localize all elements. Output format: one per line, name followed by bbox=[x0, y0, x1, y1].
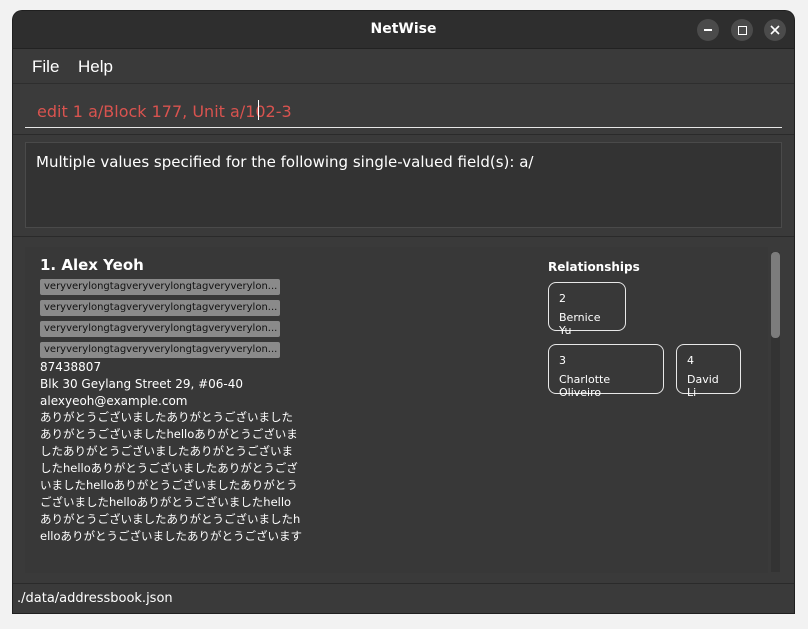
scrollbar[interactable] bbox=[771, 252, 780, 572]
command-box-panel bbox=[13, 84, 794, 135]
relationship-card[interactable]: 2 Bernice Yu bbox=[548, 282, 626, 337]
person-card[interactable]: 1. Alex Yeoh veryverylongtagveryverylong… bbox=[25, 247, 768, 573]
relationship-name: Bernice Yu bbox=[559, 311, 601, 337]
person-remark: ありがとうございましたありがとうございましたありがとうございましたhelloあり… bbox=[40, 410, 302, 543]
close-button[interactable] bbox=[764, 19, 786, 41]
relationship-index: 2 bbox=[559, 292, 566, 305]
relationship-name: Charlotte Oliveiro bbox=[559, 373, 611, 399]
close-icon bbox=[770, 25, 780, 35]
app-window: NetWise File Help Multiple values specif… bbox=[13, 11, 794, 613]
person-address: Blk 30 Geylang Street 29, #06-40 bbox=[40, 377, 244, 391]
relationship-card[interactable]: 3 Charlotte Oliveiro bbox=[548, 344, 664, 399]
menu-help[interactable]: Help bbox=[78, 57, 113, 77]
relationship-index: 3 bbox=[559, 354, 566, 367]
relationship-index: 4 bbox=[687, 354, 694, 367]
result-display[interactable]: Multiple values specified for the follow… bbox=[25, 142, 782, 228]
result-display-panel: Multiple values specified for the follow… bbox=[13, 135, 794, 235]
relationship-card[interactable]: 4 David Li bbox=[676, 344, 741, 399]
person-phone: 87438807 bbox=[40, 360, 102, 374]
text-caret bbox=[258, 100, 259, 120]
window-title: NetWise bbox=[370, 21, 437, 37]
relationship-name: David Li bbox=[687, 373, 719, 399]
scrollbar-thumb[interactable] bbox=[771, 252, 780, 338]
menu-file[interactable]: File bbox=[32, 57, 59, 77]
relationships-title: Relationships bbox=[548, 260, 640, 274]
status-bar: ./data/addressbook.json bbox=[13, 583, 794, 613]
person-tag: veryverylongtagveryverylongtagveryverylo… bbox=[40, 279, 280, 295]
person-tag: veryverylongtagveryverylongtagveryverylo… bbox=[40, 300, 280, 316]
maximize-button[interactable] bbox=[731, 19, 753, 41]
minimize-button[interactable] bbox=[697, 19, 719, 41]
person-name: 1. Alex Yeoh bbox=[40, 256, 144, 274]
person-tag: veryverylongtagveryverylongtagveryverylo… bbox=[40, 342, 280, 358]
minimize-icon bbox=[704, 29, 712, 31]
menu-bar: File Help bbox=[13, 49, 794, 84]
person-list-panel: 1. Alex Yeoh veryverylongtagveryverylong… bbox=[13, 236, 794, 584]
title-bar[interactable]: NetWise bbox=[13, 11, 794, 49]
person-tag: veryverylongtagveryverylongtagveryverylo… bbox=[40, 321, 280, 337]
person-email: alexyeoh@example.com bbox=[40, 394, 188, 408]
maximize-icon bbox=[737, 25, 747, 35]
command-input[interactable] bbox=[25, 96, 782, 128]
save-location: ./data/addressbook.json bbox=[17, 591, 173, 606]
